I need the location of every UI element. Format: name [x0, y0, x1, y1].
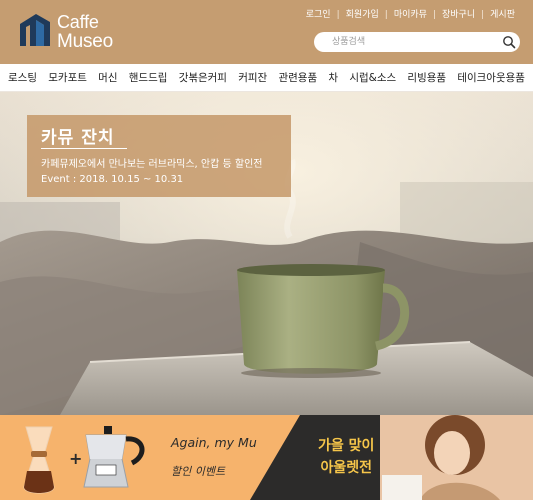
- divider: |: [336, 10, 340, 20]
- hero-date: Event : 2018. 10.15 ~ 10.31: [41, 174, 184, 185]
- hero-title: 카뮤 잔치: [41, 128, 115, 148]
- cart-link[interactable]: 장바구니: [442, 9, 475, 21]
- category-handdrip[interactable]: 핸드드립: [129, 70, 168, 85]
- plus-sign: +: [69, 449, 83, 468]
- promo-title: Again, my Mu: [171, 435, 257, 450]
- divider: |: [384, 10, 388, 20]
- category-roasting[interactable]: 로스팅: [8, 70, 37, 85]
- category-takeout[interactable]: 테이크아웃용품: [457, 70, 525, 85]
- divider: |: [481, 10, 485, 20]
- site-header: Caffe Museo 로그인 | 회원가입 | 마이카뮤 | 장바구니 | 게…: [0, 0, 533, 64]
- category-mokapot[interactable]: 모카포트: [48, 70, 87, 85]
- category-fresh-coffee[interactable]: 갓볶은커피: [179, 70, 227, 85]
- divider: |: [432, 10, 436, 20]
- category-living[interactable]: 리빙용품: [407, 70, 446, 85]
- login-link[interactable]: 로그인: [306, 9, 331, 21]
- logo-line-1: Caffe: [57, 12, 99, 32]
- search-input[interactable]: [332, 34, 492, 50]
- search-icon[interactable]: [502, 35, 516, 49]
- hero-subtitle: 카페뮤제오에서 만나보는 러브라믹스, 안캅 등 할인전: [41, 159, 263, 170]
- logo-line-2: Museo: [57, 31, 114, 52]
- category-nav: 로스팅 모카포트 머신 핸드드립 갓볶은커피 커피잔 관련용품 차 시럽&소스 …: [0, 64, 533, 92]
- category-cups[interactable]: 커피잔: [238, 70, 267, 85]
- utility-nav: 로그인 | 회원가입 | 마이카뮤 | 장바구니 | 게시판: [306, 9, 515, 21]
- logo[interactable]: Caffe Museo: [20, 12, 120, 56]
- category-machine[interactable]: 머신: [98, 70, 117, 85]
- mypage-link[interactable]: 마이카뮤: [394, 9, 427, 21]
- category-accessories[interactable]: 관련용품: [278, 70, 317, 85]
- logo-text: Caffe Museo: [57, 12, 113, 52]
- signup-link[interactable]: 회원가입: [346, 9, 379, 21]
- category-tea[interactable]: 차: [328, 70, 338, 85]
- board-link[interactable]: 게시판: [490, 9, 515, 21]
- hero-banner[interactable]: 카뮤 잔치 카페뮤제오에서 만나보는 러브라믹스, 안캅 등 할인전 Event…: [0, 92, 533, 415]
- category-syrup-sauce[interactable]: 시럽&소스: [349, 70, 396, 85]
- search-box: [314, 32, 520, 52]
- hero-caption: 카뮤 잔치 카페뮤제오에서 만나보는 러브라믹스, 안캅 등 할인전 Event…: [27, 115, 291, 197]
- promo-subtitle: 할인 이벤트: [171, 465, 226, 478]
- promo-banners: + Again, my Mu 할인 이벤트 가을 맞이 아울렛전: [0, 415, 533, 500]
- promo-banner[interactable]: + Again, my Mu 할인 이벤트: [0, 415, 533, 500]
- divider: [41, 148, 127, 149]
- logo-icon: [20, 14, 50, 46]
